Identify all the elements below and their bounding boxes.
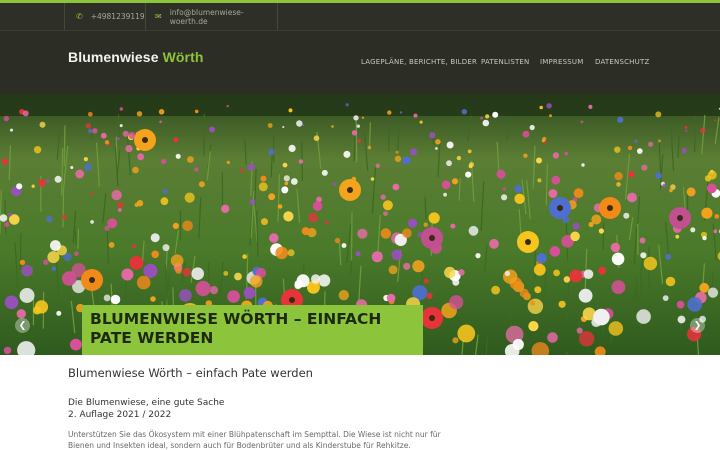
chevron-left-icon: ❮: [18, 320, 27, 331]
hero-caption: BLUMENWIESE WÖRTH – EINFACH PATE WERDEN: [82, 305, 423, 355]
chevron-right-icon: ❯: [693, 320, 702, 331]
slider-next-button[interactable]: ❯: [690, 318, 705, 333]
envelope-icon: ✉: [155, 12, 162, 21]
email-address[interactable]: info@blumenwiese-woerth.de: [170, 8, 277, 26]
nav-item-impressum[interactable]: IMPRESSUM: [540, 58, 583, 66]
phone-icon: ✆: [76, 12, 83, 21]
nav-item-lageplaene[interactable]: LAGEPLÄNE, BERICHTE, BILDER: [361, 58, 477, 66]
slider-prev-button[interactable]: ❮: [15, 318, 30, 333]
top-contact-bar: ✆ +4981239119 ✉ info@blumenwiese-woerth.…: [0, 0, 720, 30]
nav-item-patenlisten[interactable]: PATENLISTEN: [481, 58, 530, 66]
brand-name: Blumenwiese: [68, 49, 159, 65]
page-title: Blumenwiese Wörth – einfach Pate werden: [68, 366, 313, 380]
brand-accent: Wörth: [162, 49, 204, 65]
nav-item-datenschutz[interactable]: DATENSCHUTZ: [595, 58, 649, 66]
main-header: Blumenwiese Wörth LAGEPLÄNE, BERICHTE, B…: [0, 30, 720, 94]
intro-paragraph: Unterstützen Sie das Ökosystem mit einer…: [68, 430, 441, 450]
hero-caption-line1: BLUMENWIESE WÖRTH – EINFACH: [90, 310, 382, 328]
main-content: Blumenwiese Wörth – einfach Pate werden …: [68, 362, 468, 450]
phone-contact[interactable]: ✆ +4981239119: [64, 3, 146, 30]
phone-number[interactable]: +4981239119: [91, 12, 145, 21]
hero-caption-line2: PATE WERDEN: [90, 329, 214, 347]
section-subtitle: Die Blumenwiese, eine gute Sache: [68, 398, 225, 408]
edition-label: 2. Auflage 2021 / 2022: [68, 409, 172, 420]
email-contact[interactable]: ✉ info@blumenwiese-woerth.de: [146, 3, 278, 30]
site-logo[interactable]: Blumenwiese Wörth: [68, 49, 204, 65]
hero-slider[interactable]: BLUMENWIESE WÖRTH – EINFACH PATE WERDEN …: [0, 94, 720, 355]
